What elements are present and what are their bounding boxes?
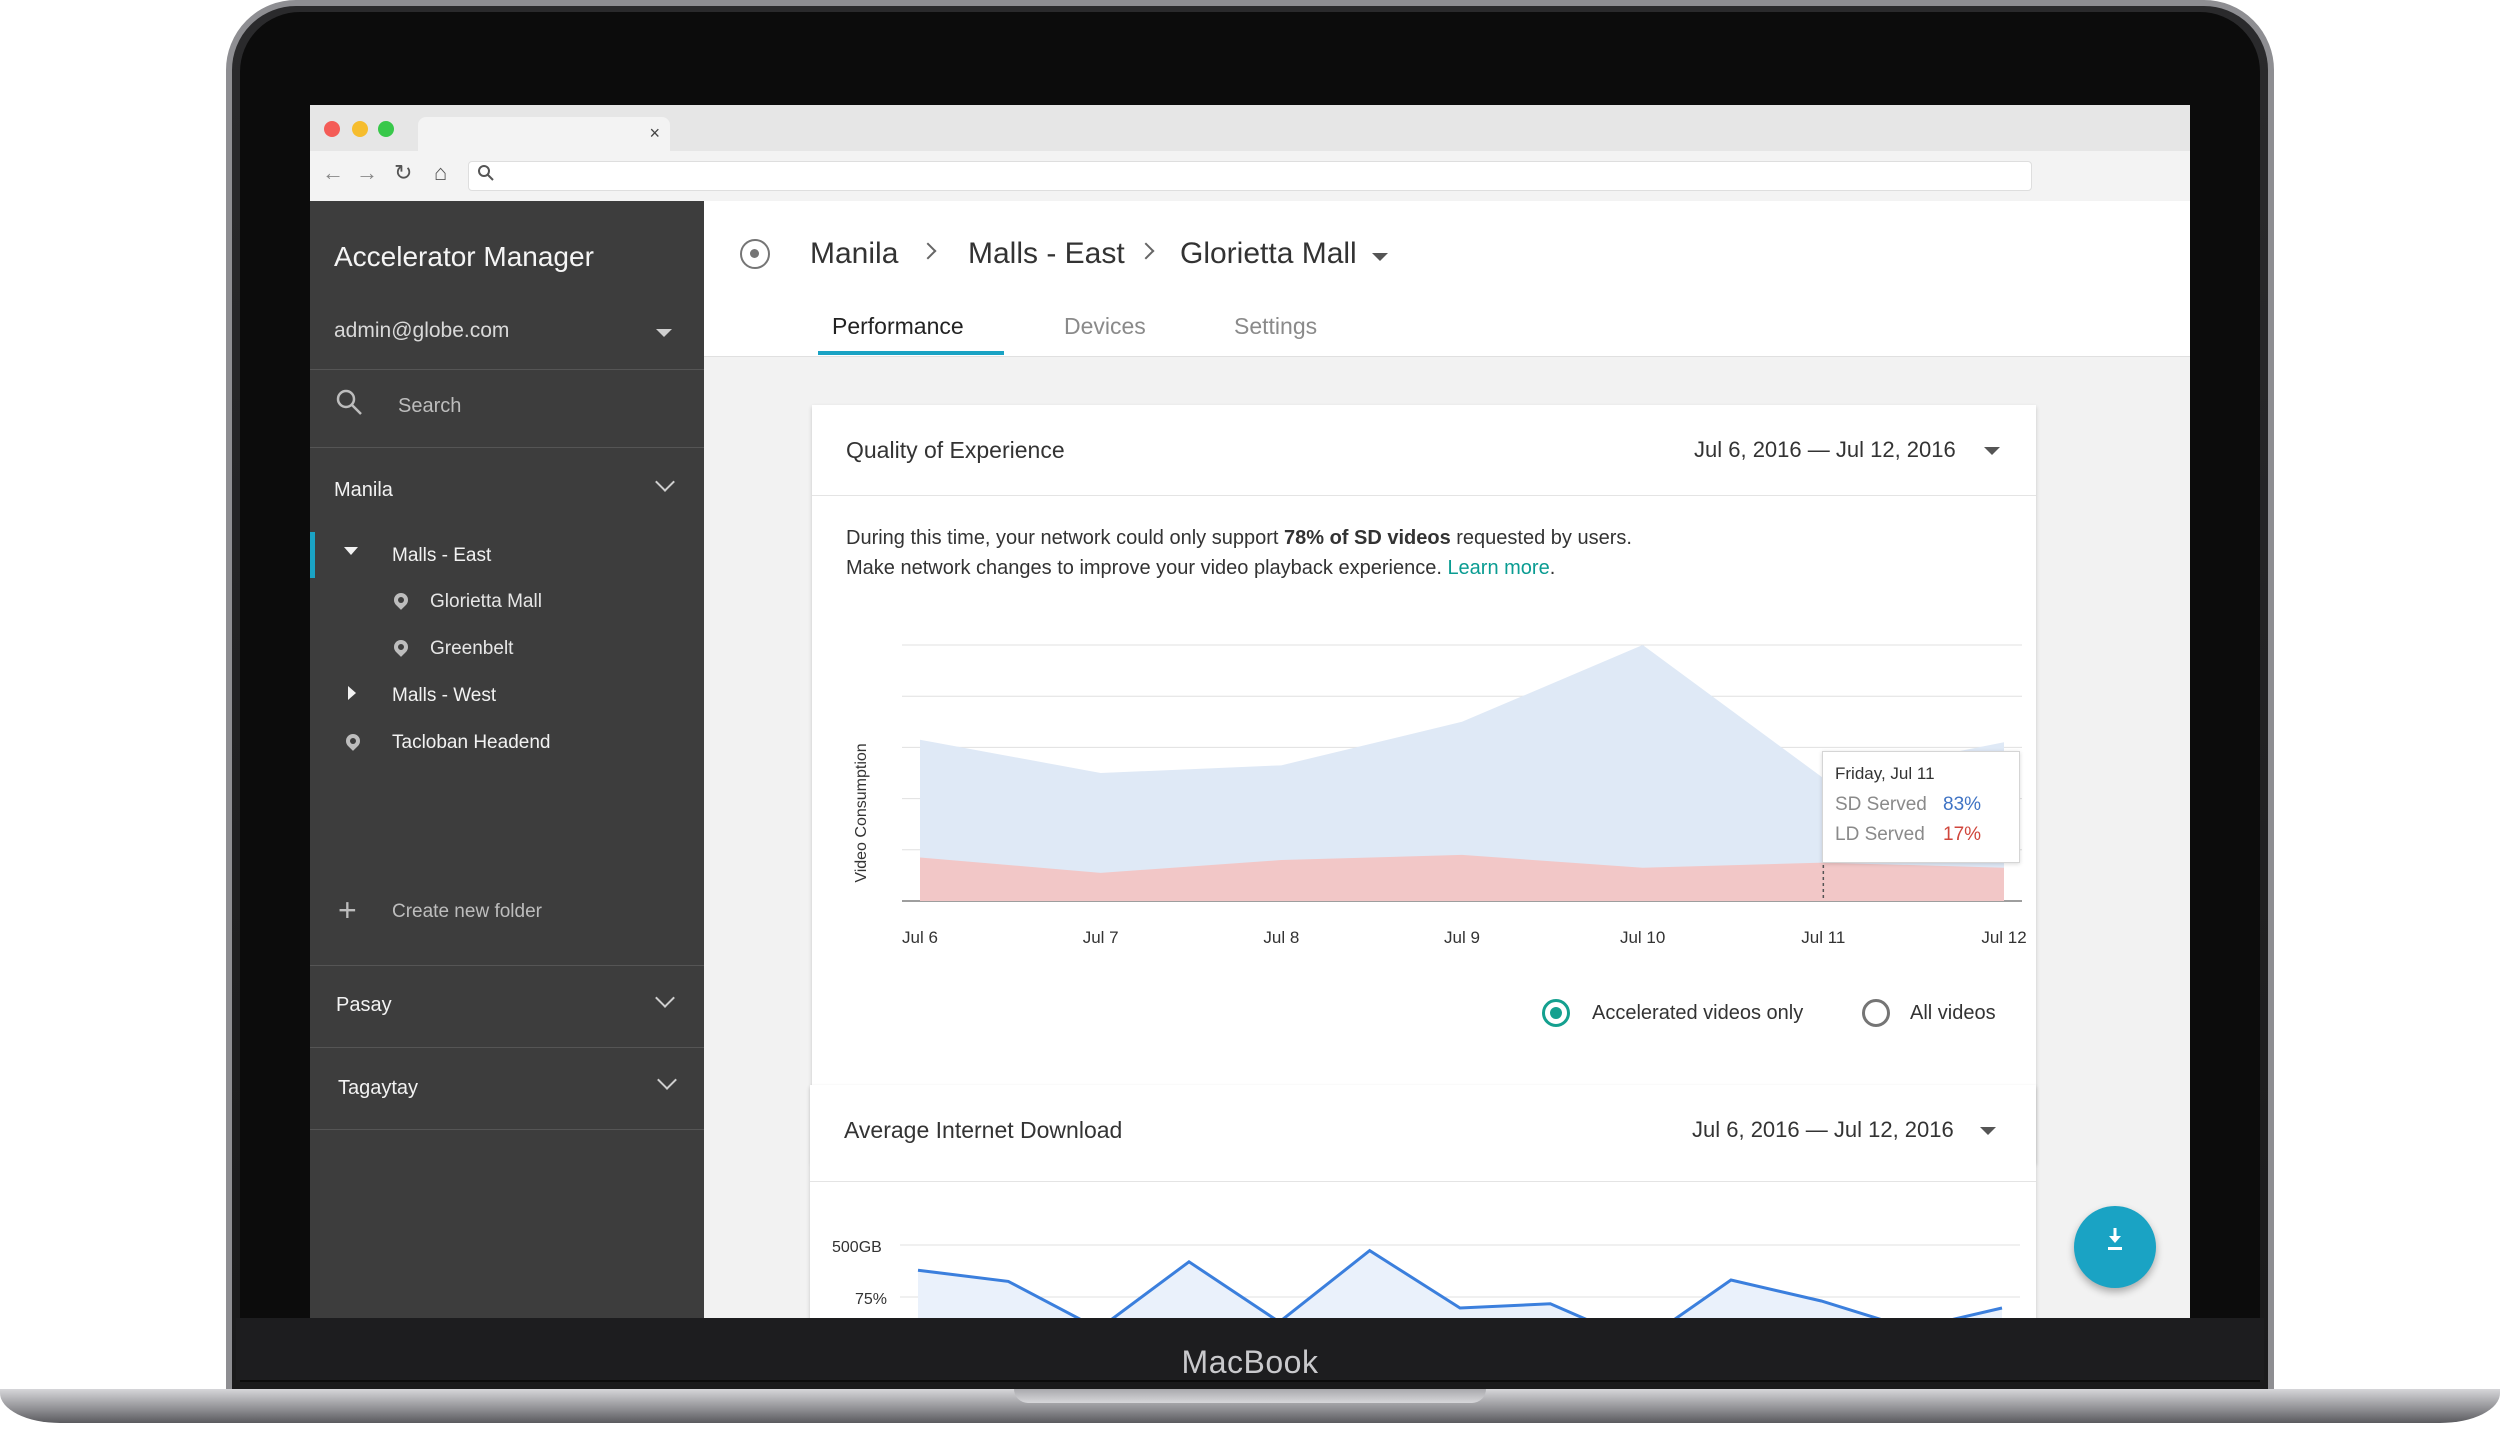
- browser-tab[interactable]: ×: [418, 117, 670, 151]
- tooltip-date: Friday, Jul 11: [1835, 764, 1935, 783]
- home-icon[interactable]: ⌂: [434, 159, 447, 187]
- location-pin-icon: [391, 637, 411, 657]
- active-indicator: [310, 532, 315, 578]
- location-pin-icon: [343, 731, 363, 751]
- tree-folder-malls-east[interactable]: Malls - East: [392, 545, 491, 567]
- x-tick-label: Jul 11: [1801, 928, 1845, 947]
- radio-accelerated-label[interactable]: Accelerated videos only: [1592, 1002, 1803, 1025]
- tree-item-greenbelt[interactable]: Greenbelt: [430, 638, 513, 660]
- tooltip-ld-label: LD Served: [1835, 824, 1925, 845]
- download-line: [917, 1248, 2003, 1318]
- breadcrumb-malls-east[interactable]: Malls - East: [968, 237, 1125, 271]
- y-axis-label: Video Consumption: [853, 743, 870, 882]
- x-tick-label: Jul 6: [902, 928, 938, 947]
- chevron-right-icon: [919, 242, 937, 260]
- app-title: Accelerator Manager: [334, 241, 594, 272]
- device-label: MacBook: [1181, 1344, 1319, 1380]
- sidebar-divider: [310, 1129, 704, 1130]
- screen: × ← → ↻ ⌂ Accelerator Manager admin@glob…: [310, 105, 2190, 1318]
- tooltip-sd-label: SD Served: [1835, 794, 1927, 815]
- sidebar-group-manila[interactable]: Manila: [334, 479, 393, 502]
- search-input[interactable]: Search: [398, 395, 461, 418]
- account-email[interactable]: admin@globe.com: [334, 319, 509, 343]
- x-tick-label: Jul 8: [1263, 928, 1299, 947]
- tooltip-ld-value: 17%: [1943, 824, 1982, 845]
- plus-icon[interactable]: +: [338, 894, 357, 926]
- tab-close-icon[interactable]: ×: [649, 123, 660, 143]
- tree-folder-malls-west[interactable]: Malls - West: [392, 685, 496, 707]
- y-tick-label: 75%: [855, 1291, 887, 1308]
- window-close-button[interactable]: [324, 121, 340, 137]
- radio-all-videos[interactable]: [1862, 999, 1890, 1027]
- active-tab-indicator: [818, 351, 1004, 355]
- chevron-up-icon[interactable]: [655, 472, 675, 492]
- tooltip-sd-value: 83%: [1943, 794, 1982, 815]
- reload-icon[interactable]: ↻: [394, 159, 412, 187]
- tree-item-tacloban-headend[interactable]: Tacloban Headend: [392, 732, 550, 754]
- forward-icon[interactable]: →: [356, 159, 378, 187]
- chevron-right-icon: [1137, 242, 1155, 260]
- x-tick-label: Jul 10: [1620, 928, 1665, 947]
- sidebar-group-pasay[interactable]: Pasay: [336, 994, 392, 1017]
- location-pin-icon: [391, 590, 411, 610]
- window-maximize-button[interactable]: [378, 121, 394, 137]
- download-button[interactable]: [2074, 1206, 2156, 1288]
- location-icon: [740, 239, 770, 269]
- back-icon[interactable]: ←: [322, 159, 344, 187]
- download-card: Average Internet Download Jul 6, 2016 — …: [810, 1085, 2036, 1318]
- browser-chrome: × ← → ↻ ⌂: [310, 105, 2190, 201]
- address-bar[interactable]: [468, 161, 2032, 191]
- sidebar-divider: [310, 965, 704, 966]
- create-folder-button[interactable]: Create new folder: [392, 901, 542, 923]
- sidebar-search[interactable]: Search: [334, 387, 684, 427]
- tree-item-glorietta-mall[interactable]: Glorietta Mall: [430, 591, 542, 613]
- search-icon: [336, 389, 362, 415]
- sidebar-divider: [310, 1047, 704, 1048]
- radio-all-label[interactable]: All videos: [1910, 1002, 1996, 1025]
- tab-settings[interactable]: Settings: [1234, 313, 1317, 340]
- breadcrumb-manila[interactable]: Manila: [810, 237, 898, 271]
- download-chart: 500GB 75%: [832, 1239, 2020, 1318]
- radio-accelerated-only[interactable]: [1542, 999, 1570, 1027]
- tab-performance[interactable]: Performance: [832, 313, 964, 340]
- collapse-triangle-icon[interactable]: [344, 547, 358, 555]
- address-search-icon: [478, 165, 494, 181]
- sidebar: Accelerator Manager admin@globe.com Sear…: [310, 201, 704, 1318]
- x-tick-label: Jul 12: [1981, 928, 2026, 947]
- breadcrumb-glorietta-mall[interactable]: Glorietta Mall: [1180, 237, 1357, 271]
- download-icon: [2108, 1228, 2122, 1250]
- sidebar-group-tagaytay[interactable]: Tagaytay: [338, 1077, 418, 1100]
- chevron-down-icon[interactable]: [657, 1070, 677, 1090]
- expand-triangle-icon[interactable]: [348, 686, 356, 700]
- x-tick-label: Jul 7: [1083, 928, 1119, 947]
- sidebar-divider: [310, 447, 704, 448]
- chevron-down-icon[interactable]: [655, 988, 675, 1008]
- window-minimize-button[interactable]: [352, 121, 368, 137]
- tab-devices[interactable]: Devices: [1064, 313, 1146, 340]
- x-tick-label: Jul 9: [1444, 928, 1480, 947]
- chart-tooltip: Friday, Jul 11 SD Served 83% LD Served 1…: [1822, 751, 2020, 863]
- browser-navbar: ← → ↻ ⌂: [310, 151, 2190, 201]
- y-tick-label: 500GB: [832, 1239, 882, 1256]
- sidebar-divider: [310, 369, 704, 370]
- laptop-base-notch: [1014, 1389, 1486, 1403]
- main-header: Manila Malls - East Glorietta Mall Perfo…: [704, 201, 2190, 357]
- account-dropdown-icon[interactable]: [656, 329, 672, 337]
- breadcrumb-dropdown-icon[interactable]: [1372, 253, 1388, 261]
